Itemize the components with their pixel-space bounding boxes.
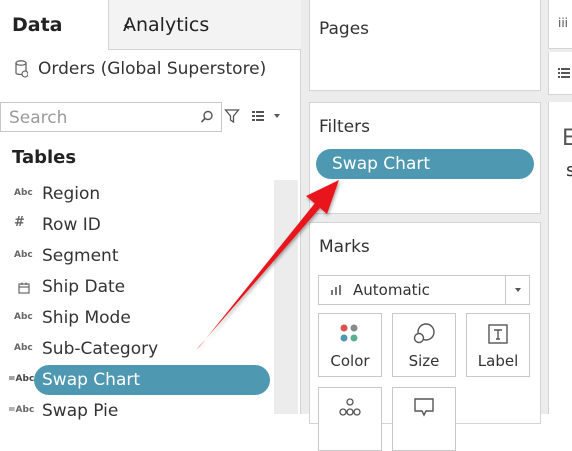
- size-circles-icon: [413, 323, 435, 344]
- chevron-down-icon[interactable]: [505, 276, 530, 304]
- text-label-icon: [488, 324, 508, 344]
- columns-icon: iii: [558, 16, 569, 30]
- columns-shelf[interactable]: iii: [548, 0, 572, 49]
- shelves-column: Pages Filters Swap Chart Marks Automatic…: [301, 0, 548, 451]
- data-source[interactable]: Orders (Global Superstore): [0, 50, 300, 90]
- rows-icon: [558, 68, 570, 78]
- pane-tab-bar: Data Analytics ‹: [0, 0, 301, 50]
- tab-data-label: Data: [12, 14, 63, 36]
- string-type-icon: Abc: [14, 188, 33, 198]
- search-icon[interactable]: [199, 109, 215, 125]
- color-button[interactable]: Color: [318, 313, 382, 377]
- field-segment[interactable]: Abc Segment: [0, 242, 300, 272]
- search-input[interactable]: [7, 106, 191, 130]
- marks-card: Marks Automatic Color Size Label: [309, 222, 541, 451]
- tab-data[interactable]: Data: [0, 0, 108, 50]
- size-button[interactable]: Size: [392, 313, 456, 377]
- rows-shelf[interactable]: [548, 52, 572, 95]
- filter-icon[interactable]: [224, 108, 240, 124]
- string-type-icon: Abc: [14, 312, 33, 322]
- view-subtitle-fragment: s: [566, 160, 572, 181]
- field-label: Segment: [42, 246, 119, 266]
- field-ship-date[interactable]: Ship Date: [0, 273, 300, 303]
- collapse-pane-icon[interactable]: ‹: [123, 14, 293, 36]
- filters-shelf[interactable]: Filters Swap Chart: [309, 102, 541, 214]
- calendar-icon: [18, 282, 30, 294]
- field-label: Ship Date: [42, 277, 126, 297]
- marks-title: Marks: [319, 237, 370, 257]
- field-swap-chart[interactable]: =Abc Swap Chart: [0, 365, 300, 396]
- label-button[interactable]: Label: [466, 313, 530, 377]
- color-label: Color: [330, 352, 370, 370]
- search-row: [0, 100, 300, 136]
- size-label: Size: [408, 352, 440, 370]
- filter-pill-label: Swap Chart: [332, 154, 431, 174]
- tooltip-button[interactable]: [392, 387, 456, 451]
- field-label: Swap Pie: [42, 401, 119, 421]
- pages-title: Pages: [319, 19, 370, 39]
- calculated-string-icon: =Abc: [8, 374, 35, 384]
- mark-type-dropdown[interactable]: Automatic: [318, 275, 530, 305]
- tab-analytics[interactable]: Analytics ‹: [108, 0, 301, 50]
- field-label: Swap Chart: [42, 370, 141, 390]
- tooltip-icon: [414, 398, 434, 417]
- number-type-icon: #: [14, 215, 25, 230]
- search-box[interactable]: [0, 102, 222, 132]
- field-ship-mode[interactable]: Abc Ship Mode: [0, 304, 300, 334]
- detail-button[interactable]: [318, 387, 382, 451]
- database-icon: [15, 60, 28, 78]
- mark-type-value: Automatic: [353, 281, 430, 299]
- field-swap-pie[interactable]: =Abc Swap Pie: [0, 397, 300, 427]
- string-type-icon: Abc: [14, 250, 33, 260]
- field-label: Row ID: [42, 215, 101, 235]
- detail-dots-icon: [339, 398, 361, 416]
- view-options-icon[interactable]: [252, 110, 282, 122]
- data-pane: Data Analytics ‹ Orders (Global Supersto…: [0, 0, 301, 421]
- view-title-fragment: E: [562, 126, 572, 151]
- field-sub-category[interactable]: Abc Sub-Category: [0, 335, 300, 365]
- data-source-name: Orders (Global Superstore): [38, 59, 267, 79]
- field-label: Region: [42, 184, 101, 204]
- field-label: Sub-Category: [42, 339, 159, 359]
- string-type-icon: Abc: [14, 343, 33, 353]
- color-dots-icon: [340, 324, 358, 342]
- worksheet-area: iii E s: [548, 0, 572, 414]
- pages-shelf[interactable]: Pages: [309, 0, 541, 91]
- filters-title: Filters: [319, 117, 370, 137]
- bar-chart-icon: [331, 285, 341, 295]
- filter-pill-swap-chart[interactable]: Swap Chart: [316, 149, 534, 179]
- label-label: Label: [477, 352, 519, 370]
- field-region[interactable]: Abc Region: [0, 180, 300, 210]
- tables-heading: Tables: [12, 147, 77, 168]
- field-row-id[interactable]: # Row ID: [0, 211, 300, 241]
- field-label: Ship Mode: [42, 308, 131, 328]
